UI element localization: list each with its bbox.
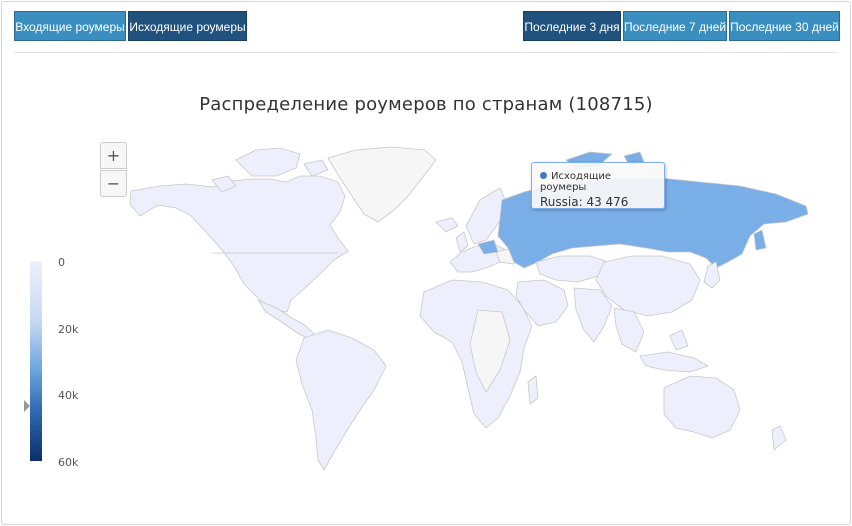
color-axis-gradient — [30, 261, 42, 461]
zoom-out-button[interactable]: − — [100, 170, 127, 197]
tooltip-point-value: Russia: 43 476 — [540, 195, 629, 209]
legend-value-marker-icon — [24, 399, 30, 412]
country-australia — [663, 375, 741, 439]
series-dot-icon — [540, 172, 547, 179]
country-iceland — [435, 217, 459, 233]
legend-label-20k: 20k — [58, 323, 79, 336]
country-arctic-islands — [235, 147, 301, 177]
country-new-zealand — [771, 425, 787, 451]
country-se-asia — [613, 307, 645, 353]
legend-label-40k: 40k — [58, 389, 79, 402]
tooltip-series-name: Исходящие роумеры — [540, 171, 612, 193]
country-north-america — [129, 175, 349, 313]
world-map[interactable] — [0, 0, 852, 526]
legend-label-60k: 60k — [58, 456, 79, 469]
country-madagascar — [527, 375, 539, 405]
country-greenland — [327, 146, 437, 223]
legend-label-0: 0 — [58, 256, 65, 269]
country-europe — [449, 243, 507, 273]
map-tooltip: Исходящие роумеры Russia: 43 476 — [531, 162, 665, 209]
zoom-in-button[interactable]: + — [100, 142, 127, 169]
country-south-america — [295, 329, 387, 471]
country-uk — [455, 231, 469, 253]
